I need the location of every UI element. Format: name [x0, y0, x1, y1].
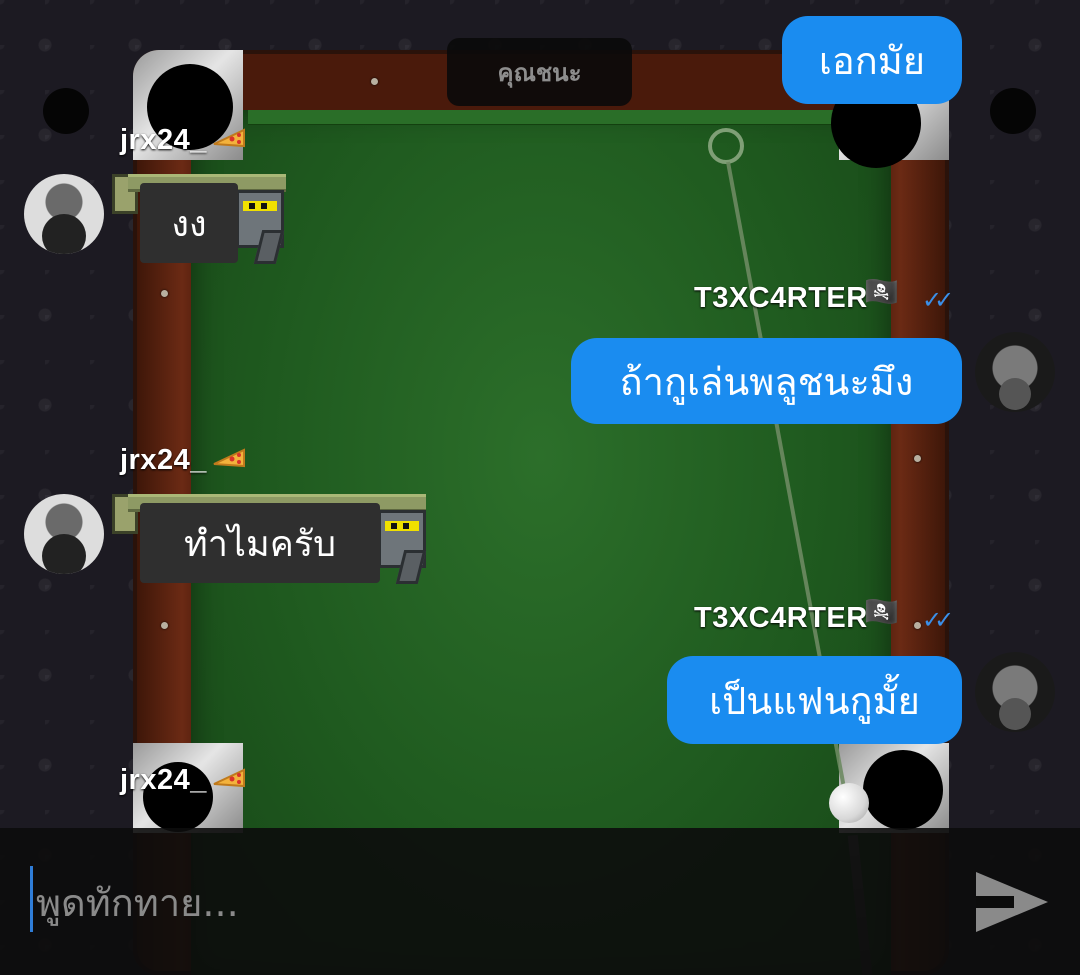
read-receipt-icon: ✓✓ [922, 606, 954, 634]
message-bubble-incoming[interactable]: งง [140, 183, 238, 263]
message-bubble-incoming[interactable]: ทำไมครับ [140, 503, 380, 583]
table-cushion [248, 110, 834, 125]
read-receipt-icon: ✓✓ [922, 286, 954, 314]
rail-diamond [914, 622, 921, 629]
sender-name: T3XC4RTER [694, 282, 868, 314]
right-hole-decoration [990, 88, 1036, 134]
rail-diamond [161, 622, 168, 629]
sender-name: jrx24_ [120, 124, 207, 156]
message-bubble-outgoing[interactable]: เป็นแฟนกูมั้ย [667, 656, 962, 744]
rail-diamond [371, 78, 378, 85]
game-result-label: คุณชนะ [447, 38, 632, 106]
pirate-flag-icon: 🏴‍☠️ [864, 275, 899, 308]
left-hole-decoration [43, 88, 89, 134]
text-cursor [30, 866, 33, 932]
aim-target-ring [708, 128, 744, 164]
pocket-br [863, 750, 943, 830]
sender-name: T3XC4RTER [694, 602, 868, 634]
sender-name: jrx24_ [120, 444, 207, 476]
avatar[interactable] [975, 332, 1055, 412]
message-bubble-outgoing[interactable]: ถ้ากูเล่นพลูชนะมึง [571, 338, 962, 424]
avatar[interactable] [24, 494, 104, 574]
chat-composer: พูดทักทาย... [0, 828, 1080, 975]
cue-ball[interactable] [829, 783, 869, 823]
avatar[interactable] [975, 652, 1055, 732]
rail-diamond [914, 455, 921, 462]
avatar[interactable] [24, 174, 104, 254]
message-input[interactable]: พูดทักทาย... [36, 872, 239, 933]
message-bubble-outgoing[interactable]: เอกมัย [782, 16, 962, 104]
pizza-icon [213, 128, 245, 148]
pizza-icon [213, 448, 245, 468]
rail-diamond [161, 290, 168, 297]
sender-name: jrx24_ [120, 764, 207, 796]
pizza-icon [213, 768, 245, 788]
send-icon[interactable] [976, 872, 1048, 932]
pirate-flag-icon: 🏴‍☠️ [864, 595, 899, 628]
